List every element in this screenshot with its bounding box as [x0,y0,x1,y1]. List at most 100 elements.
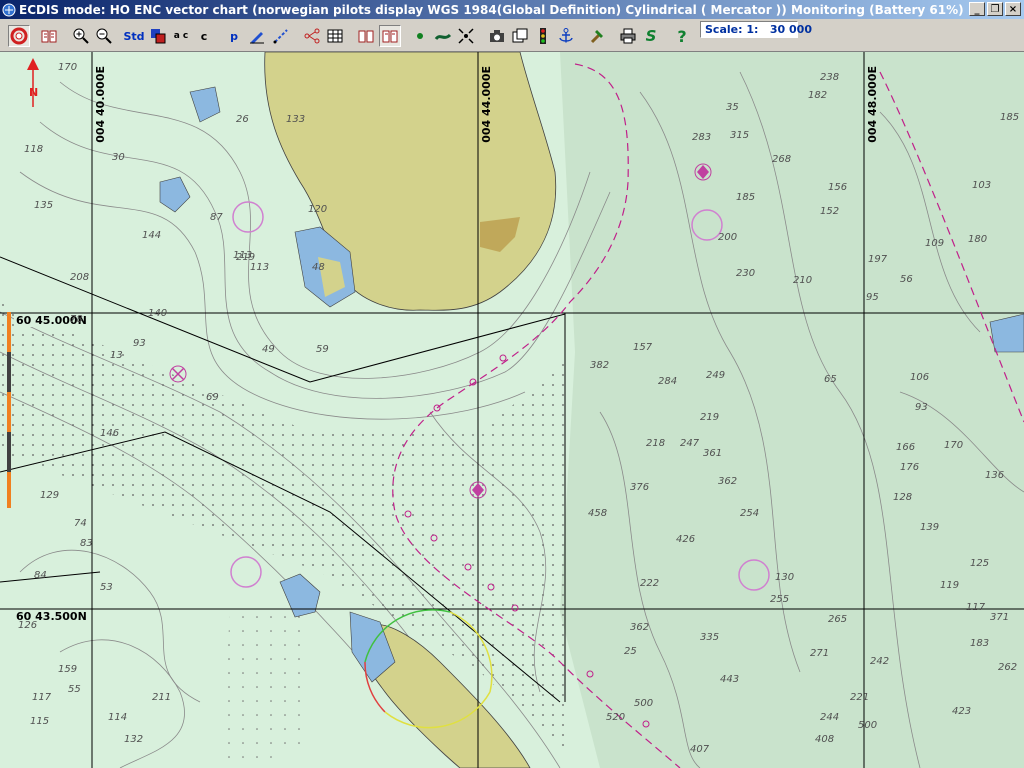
printer-icon[interactable] [617,25,639,47]
depth-sounding: 152 [820,206,840,217]
standard-display-button[interactable]: Std [123,25,145,47]
depth-sounding: 230 [736,268,756,279]
depth-sounding: 74 [74,518,87,529]
depth-sounding: 83 [80,538,93,549]
maximize-button[interactable]: ❐ [987,2,1003,16]
chart-view[interactable]: N 60 45.000N 60 43.500N 004 40.000E 004 … [0,52,1024,768]
depth-sounding: 126 [18,620,38,631]
depth-sounding: 362 [630,622,650,633]
pilot-book-active-icon[interactable] [379,25,401,47]
windows-icon[interactable] [509,25,531,47]
depth-sounding: 500 [858,720,878,731]
depth-sounding: 183 [970,638,990,649]
hammer-icon[interactable] [586,25,608,47]
depth-sounding: 284 [658,376,678,387]
depth-sounding: 128 [893,492,913,503]
position-dot-icon[interactable] [409,25,431,47]
depth-sounding: 371 [990,612,1010,623]
depth-sounding: 315 [730,130,750,141]
depth-sounding: 361 [703,448,723,459]
depth-sounding: 109 [925,238,945,249]
lon-label-40: 004 40.000E [94,66,107,143]
pen-draw-icon[interactable] [246,25,268,47]
depth-sounding: 262 [998,662,1018,673]
route-edit-icon[interactable] [432,25,454,47]
depth-sounding: 210 [793,275,813,286]
layers-icon[interactable] [147,25,169,47]
table-grid-icon[interactable] [324,25,346,47]
depth-sounding: 140 [148,308,168,319]
depth-sounding: 56 [900,274,913,285]
measure-icon[interactable] [270,25,292,47]
traffic-light-icon[interactable] [532,25,554,47]
pilot-data-button[interactable]: p [223,25,245,47]
depth-sounding: 211 [152,692,172,703]
depth-sounding: 118 [24,144,44,155]
depth-sounding: 182 [808,90,828,101]
depth-sounding: 84 [34,570,47,581]
fit-view-icon[interactable] [455,25,477,47]
depth-sounding: 208 [70,272,90,283]
depth-sounding: 218 [646,438,666,449]
depth-sounding: 103 [972,180,992,191]
depth-sounding: 500 [634,698,654,709]
help-button[interactable]: ? [671,25,693,47]
depth-sounding: 426 [676,534,696,545]
caution-area-south [220,612,310,768]
depth-sounding: 408 [815,734,835,745]
open-book-icon[interactable] [38,25,60,47]
depth-sounding: 176 [900,462,920,473]
scale-label: Scale: 1: [705,23,759,36]
depth-sounding: 146 [100,428,120,439]
app-icon [2,3,16,16]
depth-sounding: 170 [58,62,78,73]
depth-sounding: 117 [966,602,986,613]
depth-sounding: 157 [633,342,653,353]
depth-sounding: 13 [110,350,123,361]
depth-sounding: 93 [133,338,146,349]
depth-sounding: 407 [690,744,710,755]
minimize-button[interactable]: _ [969,2,985,16]
scale-value: 30 000 [769,23,812,36]
depth-sounding: 30 [112,152,125,163]
depth-sounding: 53 [100,582,113,593]
depth-sounding: 376 [630,482,650,493]
depth-sounding: 87 [210,212,223,223]
pilot-book-icon[interactable] [355,25,377,47]
depth-sounding: 362 [718,476,738,487]
camera-icon[interactable] [486,25,508,47]
depth-sounding: 119 [940,580,960,591]
depth-sounding: 117 [32,692,52,703]
toolbar: Std a c c p S ? [0,19,1024,52]
anchor-icon[interactable] [555,25,577,47]
scale-indicator: Scale: 1: 30 000 [700,21,812,38]
contour-labels-button[interactable]: c [193,25,215,47]
depth-sounding: 170 [944,440,964,451]
zoom-out-icon[interactable] [93,25,115,47]
depth-sounding: 135 [34,200,54,211]
depth-sounding: 335 [700,632,720,643]
depth-sounding: 93 [915,402,928,413]
depth-sounding: 166 [896,442,916,453]
close-button[interactable]: × [1005,2,1021,16]
depth-sounding: 48 [312,262,325,273]
text-labels-button[interactable]: a c [170,25,192,47]
share-route-icon[interactable] [301,25,323,47]
depth-sounding: 115 [30,716,50,727]
depth-sounding: 35 [726,102,739,113]
depth-sounding: 180 [968,234,988,245]
depth-sounding: 382 [590,360,610,371]
north-label: N [29,86,38,99]
depth-sounding: 65 [824,374,837,385]
lifebuoy-icon[interactable] [8,25,30,47]
depth-sounding: 26 [236,114,249,125]
depth-sounding: 238 [820,72,840,83]
depth-sounding: 125 [970,558,990,569]
depth-sounding: 49 [262,344,275,355]
depth-sounding: 200 [718,232,738,243]
depth-sounding: 443 [720,674,740,685]
zoom-in-icon[interactable] [70,25,92,47]
settings-s-button[interactable]: S [640,25,662,47]
depth-sounding: 247 [680,438,700,449]
depth-sounding: 156 [828,182,848,193]
